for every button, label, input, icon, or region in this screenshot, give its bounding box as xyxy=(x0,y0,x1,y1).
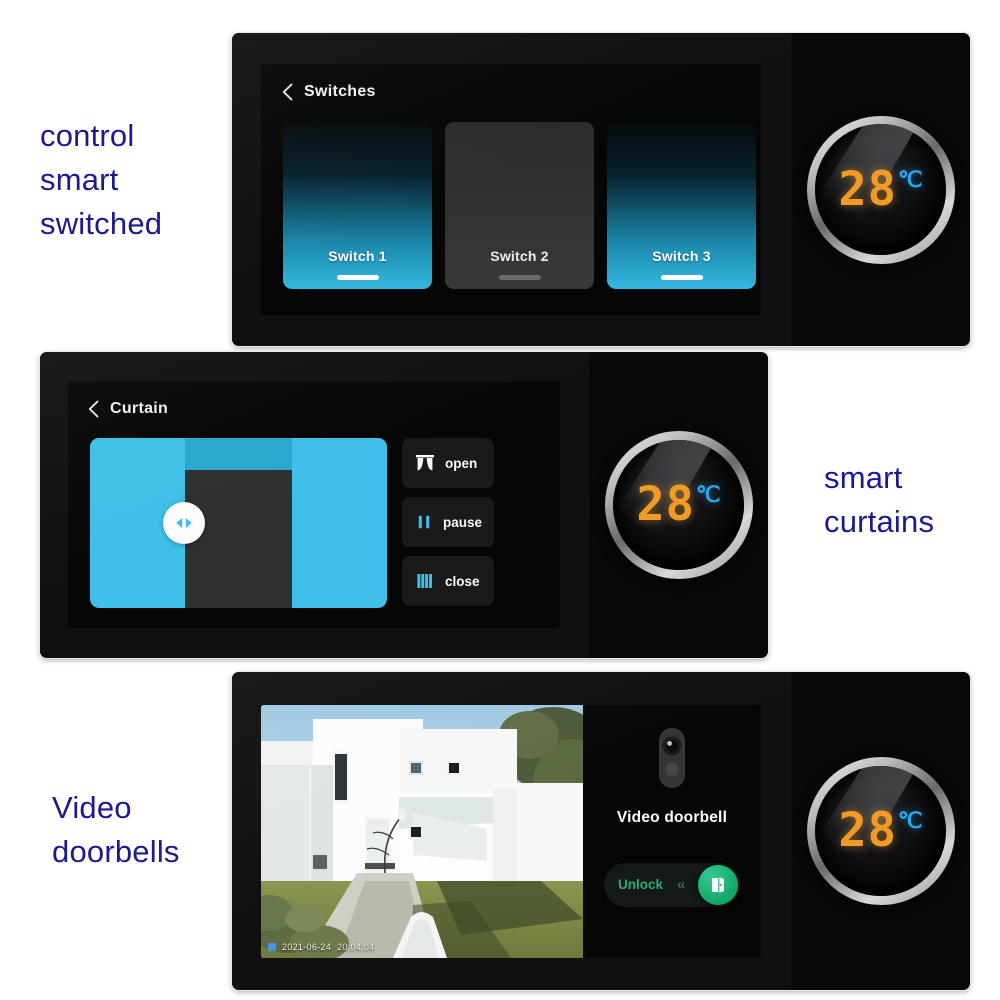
device-doorbell-panel: 2021-06-24 20:04:04 Video doorbell Unloc… xyxy=(232,672,970,990)
curtain-screen-header: Curtain xyxy=(88,400,168,418)
unlock-slider[interactable]: Unlock « xyxy=(604,862,740,907)
curtain-drag-handle[interactable] xyxy=(163,502,205,544)
switch-screen-title: Switches xyxy=(304,83,376,100)
thermostat-unit: ℃ xyxy=(897,167,923,193)
unlock-label: Unlock xyxy=(618,877,664,892)
switch-card-2-label: Switch 2 xyxy=(490,248,549,264)
switch-screen-header: Switches xyxy=(282,83,376,101)
thermostat-dial[interactable]: 28 ℃ xyxy=(806,115,955,264)
thermostat-readout: 28 ℃ xyxy=(838,807,922,854)
open-door-icon xyxy=(712,876,724,893)
thermostat-dial[interactable]: 28 ℃ xyxy=(604,431,753,579)
video-timestamp: 2021-06-24 20:04:04 xyxy=(268,942,374,952)
switch-card-3[interactable]: Switch 3 xyxy=(607,122,756,289)
switch-device-dial-panel: 28 ℃ xyxy=(790,33,970,346)
doorbell-device-dial-panel: 28 ℃ xyxy=(790,672,970,990)
curtain-closed-icon xyxy=(417,574,432,588)
doorbell-screen: 2021-06-24 20:04:04 Video doorbell Unloc… xyxy=(261,704,761,958)
chevron-left-icon[interactable] xyxy=(88,400,99,418)
curtain-close-button[interactable]: close xyxy=(402,556,494,606)
thermostat-readout: 28 ℃ xyxy=(838,166,922,213)
curtain-screen: Curtain open pause close xyxy=(68,382,560,628)
unlock-chevrons-icon: « xyxy=(677,876,685,893)
doorbell-video-feed[interactable]: 2021-06-24 20:04:04 xyxy=(261,704,583,958)
curtain-control-column: open pause close xyxy=(402,438,494,606)
curtain-close-label: close xyxy=(445,573,480,589)
device-switch-panel: Switches Switch 1 Switch 2 Switch 3 28 ℃ xyxy=(232,33,970,346)
chevron-left-icon[interactable] xyxy=(282,83,293,101)
switch-card-1-indicator xyxy=(336,275,379,280)
switch-card-1[interactable]: Switch 1 xyxy=(283,122,432,289)
curtain-screen-title: Curtain xyxy=(110,400,169,417)
left-right-arrows-icon xyxy=(176,518,192,528)
thermostat-unit: ℃ xyxy=(695,483,721,509)
switch-screen-bezel: Switches Switch 1 Switch 2 Switch 3 xyxy=(232,33,790,346)
doorbell-title: Video doorbell xyxy=(616,808,728,826)
thermostat-temperature: 28 xyxy=(838,161,897,217)
switch-card-row: Switch 1 Switch 2 Switch 3 xyxy=(283,122,756,289)
caption-video-doorbells: Video doorbells xyxy=(52,790,180,869)
doorbell-side-panel: Video doorbell Unlock « xyxy=(583,705,761,958)
thermostat-dial[interactable]: 28 ℃ xyxy=(806,757,955,905)
thermostat-dial-face: 28 ℃ xyxy=(815,765,946,897)
curtain-pause-label: pause xyxy=(442,514,482,530)
switch-card-3-indicator xyxy=(660,275,703,280)
thermostat-readout: 28 ℃ xyxy=(636,481,720,528)
switch-screen: Switches Switch 1 Switch 2 Switch 3 xyxy=(261,64,761,315)
device-curtain-panel: Curtain open pause close 28 ℃ xyxy=(40,352,768,658)
video-timestamp-time: 20:04:04 xyxy=(337,941,375,952)
recording-indicator-icon xyxy=(268,942,276,951)
thermostat-temperature: 28 xyxy=(636,477,695,533)
caption-control-smart-switches: control smart switched xyxy=(40,118,163,241)
video-feed-image xyxy=(261,704,583,958)
unlock-knob-button[interactable] xyxy=(698,864,738,905)
switch-card-2-indicator xyxy=(498,275,541,280)
curtain-open-button[interactable]: open xyxy=(402,438,494,488)
video-timestamp-date: 2021-06-24 xyxy=(282,941,332,952)
doorbell-camera-icon xyxy=(659,727,685,788)
screenshot-stage: control smart switched Switches Switch 1 xyxy=(0,0,1000,1000)
switch-card-1-label: Switch 1 xyxy=(328,248,387,264)
doorbell-screen-bezel: 2021-06-24 20:04:04 Video doorbell Unloc… xyxy=(232,672,790,990)
caption-smart-curtains: smart curtains xyxy=(824,460,935,539)
thermostat-dial-face: 28 ℃ xyxy=(613,439,744,571)
curtain-device-dial-panel: 28 ℃ xyxy=(588,352,768,658)
curtain-open-label: open xyxy=(445,455,478,471)
thermostat-temperature: 28 xyxy=(838,803,897,859)
pause-bars-icon xyxy=(418,515,430,529)
thermostat-dial-face: 28 ℃ xyxy=(815,124,946,255)
curtain-open-icon xyxy=(416,455,434,471)
thermostat-unit: ℃ xyxy=(897,809,923,835)
switch-card-3-label: Switch 3 xyxy=(652,248,711,264)
curtain-leaf-right xyxy=(291,438,387,608)
switch-card-2[interactable]: Switch 2 xyxy=(445,122,594,289)
curtain-screen-bezel: Curtain open pause close xyxy=(40,352,588,658)
curtain-visual[interactable] xyxy=(90,438,387,608)
curtain-pause-button[interactable]: pause xyxy=(402,497,494,547)
